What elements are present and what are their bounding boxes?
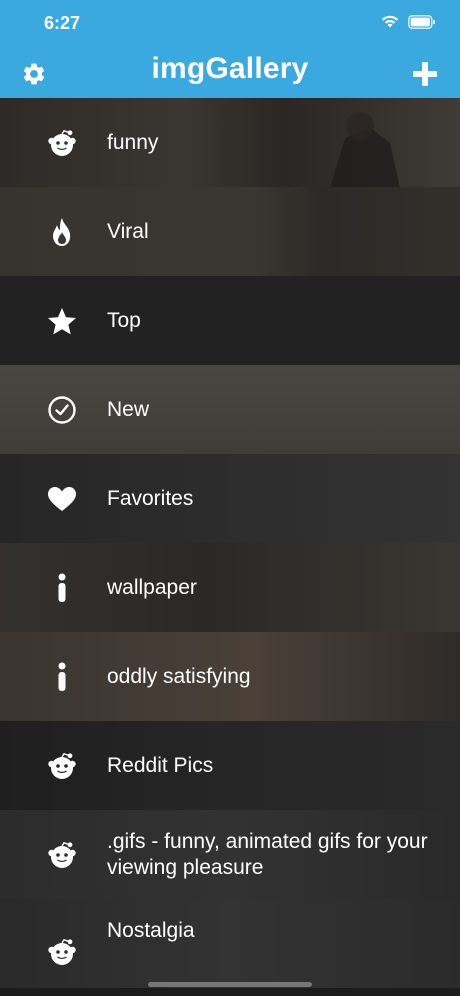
menu-item-label: .gifs - funny, animated gifs for your vi…	[107, 829, 428, 879]
menu-item-nostalgia[interactable]: Nostalgia	[0, 899, 460, 988]
app-header: 6:27 imgGallery	[0, 0, 460, 98]
menu-item-viral[interactable]: Viral	[0, 187, 460, 276]
menu-item-new[interactable]: New	[0, 365, 460, 454]
menu-item-label: Nostalgia	[107, 919, 195, 943]
reddit-icon	[46, 839, 78, 871]
menu-item-gifs[interactable]: .gifs - funny, animated gifs for your vi…	[0, 810, 460, 899]
clock-check-icon	[46, 394, 78, 426]
menu-item-label: funny	[107, 130, 159, 154]
home-indicator[interactable]	[148, 982, 312, 987]
plus-icon	[413, 62, 437, 86]
menu-item-label: New	[107, 397, 150, 421]
flame-icon	[46, 216, 78, 248]
menu-item-funny[interactable]: funny	[0, 98, 460, 187]
info-icon	[46, 572, 78, 604]
status-icons	[380, 14, 436, 34]
reddit-icon	[46, 936, 78, 968]
menu-item-wallpaper[interactable]: wallpaper	[0, 543, 460, 632]
info-icon	[46, 661, 78, 693]
heart-icon	[46, 483, 78, 515]
wifi-icon	[380, 14, 400, 34]
menu-item-oddly-satisfying[interactable]: oddly satisfying	[0, 632, 460, 721]
reddit-icon	[46, 127, 78, 159]
battery-icon	[408, 14, 436, 34]
menu-item-label: Top	[107, 308, 141, 332]
menu-item-label: Viral	[107, 219, 149, 243]
app-title: imgGallery	[151, 52, 309, 85]
menu-item-favorites[interactable]: Favorites	[0, 454, 460, 543]
menu-item-label: Reddit Pics	[107, 753, 214, 777]
subreddit-menu: funny Viral Top New Favorites wallpaper …	[0, 98, 460, 996]
reddit-icon	[46, 750, 78, 782]
menu-item-reddit-pics[interactable]: Reddit Pics	[0, 721, 460, 810]
menu-item-top[interactable]: Top	[0, 276, 460, 365]
status-time: 6:27	[44, 13, 81, 33]
star-icon	[46, 305, 78, 337]
menu-item-label: Favorites	[107, 486, 194, 510]
menu-item-label: oddly satisfying	[107, 664, 251, 688]
menu-item-label: wallpaper	[107, 575, 197, 599]
add-button[interactable]	[412, 61, 438, 87]
